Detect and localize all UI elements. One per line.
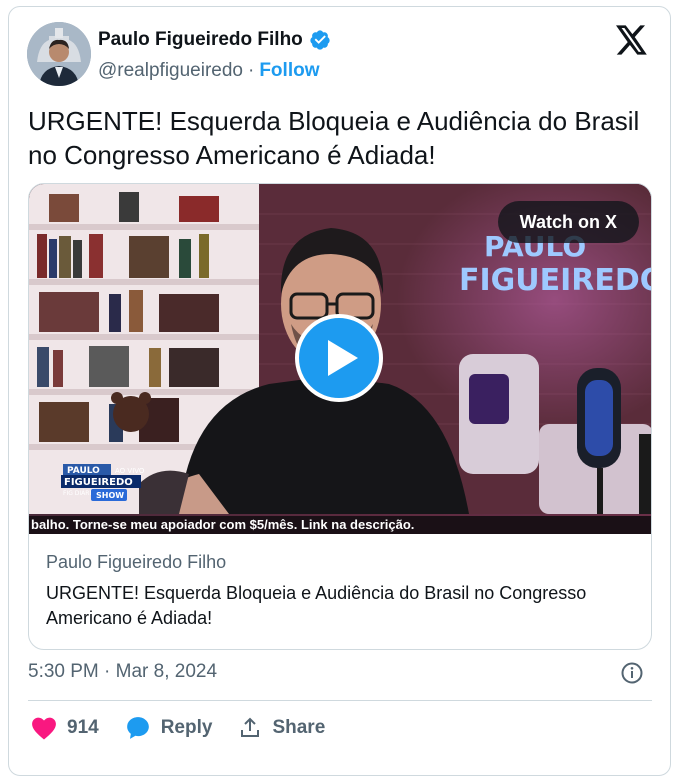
- watch-on-x-button[interactable]: Watch on X: [497, 201, 639, 243]
- verified-badge-icon: [310, 30, 330, 50]
- info-icon[interactable]: [620, 661, 644, 685]
- reply-label: Reply: [160, 717, 213, 738]
- avatar[interactable]: [27, 22, 91, 86]
- divider: [28, 700, 652, 701]
- video-player[interactable]: PAULO FIGUEIREDO PAULO AO VIVO FIGUEIRED…: [29, 184, 651, 534]
- share-label: Share: [272, 717, 326, 738]
- media-card[interactable]: PAULO FIGUEIREDO PAULO AO VIVO FIGUEIRED…: [28, 183, 652, 650]
- like-count: 914: [67, 717, 99, 738]
- svg-text:FIGUEIREDO: FIGUEIREDO: [64, 477, 133, 488]
- like-button[interactable]: 914: [31, 716, 99, 740]
- author-name-row: Paulo Figueiredo Filho: [98, 29, 331, 51]
- author-handle-row: @realpfigueiredo · Follow: [98, 60, 319, 82]
- link-card-title: URGENTE! Esquerda Bloqueia e Audiência d…: [46, 583, 587, 628]
- play-button[interactable]: [295, 314, 383, 402]
- play-icon: [328, 340, 358, 376]
- tweet-timestamp[interactable]: 5:30 PM · Mar 8, 2024: [28, 661, 217, 683]
- share-upload-icon: [241, 717, 260, 737]
- link-card-source: Paulo Figueiredo Filho: [46, 552, 227, 572]
- reply-button[interactable]: Reply: [125, 715, 213, 741]
- tweet-card: Paulo Figueiredo Filho @realpfigueiredo …: [8, 6, 671, 776]
- action-bar: 914 Reply Share: [31, 715, 351, 741]
- link-card-info[interactable]: Paulo Figueiredo Filho URGENTE! Esquerda…: [29, 534, 651, 649]
- tweet-text: URGENTE! Esquerda Bloqueia e Audiência d…: [28, 106, 640, 170]
- neon-sign-line2: FIGUEIREDO: [459, 263, 651, 298]
- handle-separator: ·: [248, 60, 255, 81]
- author-display-name[interactable]: Paulo Figueiredo Filho: [98, 29, 303, 51]
- video-ticker-text: balho. Torne-se meu apoiador com $5/mês.…: [29, 516, 651, 534]
- show-logo: PAULO AO VIVO FIGUEIREDO FIG DIÁRIO SHOW: [61, 464, 145, 501]
- follow-button[interactable]: Follow: [259, 60, 319, 82]
- x-logo-icon[interactable]: [616, 25, 648, 55]
- author-handle[interactable]: @realpfigueiredo: [98, 60, 243, 82]
- svg-text:AO VIVO: AO VIVO: [115, 467, 145, 475]
- heart-icon: [32, 717, 56, 740]
- svg-text:PAULO: PAULO: [67, 466, 100, 476]
- share-button[interactable]: Share: [238, 716, 325, 740]
- svg-text:SHOW: SHOW: [96, 491, 124, 500]
- reply-bubble-icon: [126, 717, 149, 739]
